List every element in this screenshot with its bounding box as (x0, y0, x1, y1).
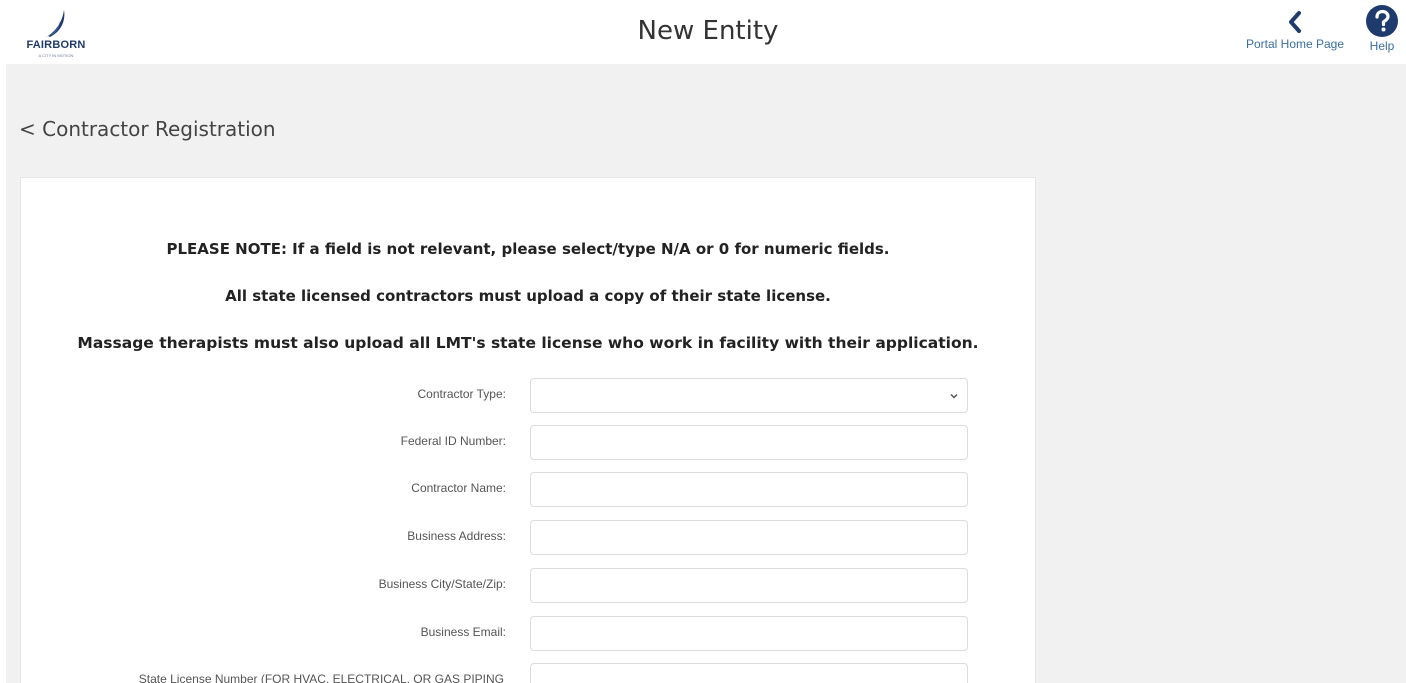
note-not-relevant: PLEASE NOTE: If a field is not relevant,… (166, 240, 890, 258)
business-address-label: Business Address: (407, 529, 506, 543)
state-license-number-input[interactable] (531, 664, 967, 683)
page-title: New Entity (637, 16, 779, 46)
business-city-state-zip-input[interactable] (531, 569, 967, 602)
help-circle-icon (1366, 5, 1398, 37)
note-state-license: All state licensed contractors must uplo… (225, 287, 831, 305)
contractor-type-select[interactable] (530, 378, 968, 413)
help-button[interactable]: Help (1362, 3, 1402, 53)
business-city-state-zip-label: Business City/State/Zip: (378, 577, 506, 591)
business-email-label: Business Email: (420, 625, 506, 639)
breadcrumb-contractor-registration[interactable]: < Contractor Registration (19, 117, 276, 141)
note-massage-therapists: Massage therapists must also upload all … (77, 334, 979, 352)
business-city-state-zip-field[interactable] (530, 568, 968, 603)
contractor-type-label: Contractor Type: (417, 387, 507, 401)
help-label: Help (1369, 39, 1395, 53)
business-email-input[interactable] (531, 617, 967, 650)
logo-subtext: A CITY IN MOTION (38, 53, 74, 58)
chevron-down-icon (950, 393, 958, 399)
contractor-name-input[interactable] (531, 473, 967, 506)
business-address-input[interactable] (531, 521, 967, 554)
portal-home-page-label: Portal Home Page (1245, 37, 1345, 51)
federal-id-field[interactable] (530, 425, 968, 460)
business-address-field[interactable] (530, 520, 968, 555)
chevron-left-icon (1289, 11, 1301, 33)
federal-id-input[interactable] (531, 426, 967, 459)
contractor-name-field[interactable] (530, 472, 968, 507)
business-email-field[interactable] (530, 616, 968, 651)
contractor-name-label: Contractor Name: (411, 481, 506, 495)
top-bar: FAIRBORN A CITY IN MOTION New Entity Por… (0, 0, 1406, 64)
federal-id-label: Federal ID Number: (400, 434, 506, 448)
state-license-number-field[interactable] (530, 663, 968, 683)
state-license-number-label: State License Number (FOR HVAC, ELECTRIC… (138, 672, 504, 683)
contractor-type-dropdown[interactable] (531, 379, 967, 412)
portal-home-page-button[interactable]: Portal Home Page (1236, 7, 1354, 51)
